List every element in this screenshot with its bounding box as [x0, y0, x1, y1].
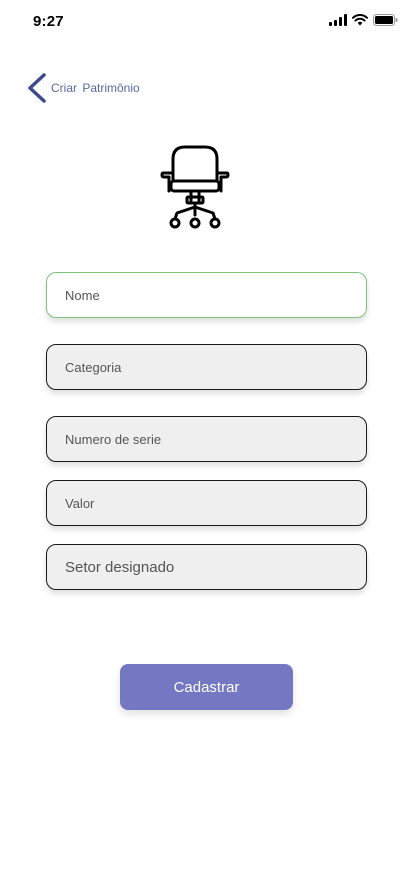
- battery-icon: [373, 14, 398, 26]
- assigned-sector-field[interactable]: [46, 544, 367, 590]
- page-title: Criar Patrimônio: [51, 81, 140, 95]
- value-field[interactable]: [46, 480, 367, 526]
- wifi-icon: [352, 14, 368, 26]
- submit-button[interactable]: Cadastrar: [120, 664, 293, 710]
- back-button[interactable]: [24, 73, 48, 103]
- status-time: 9:27: [33, 13, 64, 30]
- chevron-left-icon: [28, 73, 46, 103]
- serial-number-field[interactable]: [46, 416, 367, 462]
- name-field[interactable]: [46, 272, 367, 318]
- office-chair-icon: [160, 145, 230, 229]
- status-icons: [329, 14, 398, 26]
- signal-icon: [329, 14, 347, 26]
- category-field[interactable]: [46, 344, 367, 390]
- screen: 9:27 Criar Patrimônio Nome Categoria Num…: [0, 0, 414, 896]
